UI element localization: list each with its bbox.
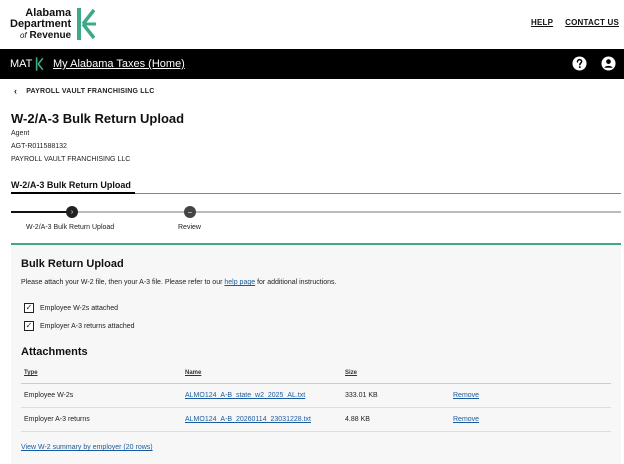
logo-line-3: of Revenue: [10, 30, 71, 41]
column-type-header[interactable]: Type: [24, 370, 38, 376]
company-text: PAYROLL VAULT FRANCHISING LLC: [11, 156, 131, 163]
mat-mark-icon: [36, 57, 44, 71]
table-row: Employer A-3 returns ALMO124_A-B_2026011…: [21, 408, 611, 432]
w2-attached-label: Employee W-2s attached: [40, 304, 119, 312]
row-file-link[interactable]: ALMO124_A-B_state_w2_2025_AL.txt: [185, 392, 305, 399]
page-title: W-2/A-3 Bulk Return Upload: [11, 111, 185, 126]
main-navbar: MAT My Alabama Taxes (Home): [0, 49, 624, 79]
row-type: Employer A-3 returns: [24, 416, 90, 423]
remove-a3-button[interactable]: Remove: [453, 416, 479, 423]
role-text: Agent: [11, 130, 30, 137]
attachments-title: Attachments: [21, 346, 88, 358]
tab-active-underline: [11, 192, 135, 194]
account-icon[interactable]: [601, 56, 616, 71]
logo-text: Alabama Department of Revenue: [10, 6, 72, 41]
row-file-link[interactable]: ALMO124_A-B_20260114_23031228.txt: [185, 416, 311, 423]
home-link[interactable]: My Alabama Taxes (Home): [53, 58, 185, 70]
a3-attached-label: Employer A-3 returns attached: [40, 322, 135, 330]
remove-w2-button[interactable]: Remove: [453, 392, 479, 399]
contact-us-link[interactable]: CONTACT US: [565, 18, 619, 27]
agent-id-text: AGT-R011588132: [11, 143, 67, 150]
column-size-header[interactable]: Size: [345, 370, 357, 376]
top-header: Alabama Department of Revenue HELP CONTA…: [0, 0, 624, 49]
a3-attached-checkbox[interactable]: ✓: [24, 321, 34, 331]
table-header: Type Name Size: [21, 364, 611, 384]
logo-line-3-prefix: of: [19, 30, 27, 40]
bulk-upload-card: Bulk Return Upload Please attach your W-…: [11, 243, 621, 464]
section-tab[interactable]: W-2/A-3 Bulk Return Upload: [11, 180, 131, 190]
mat-brand-label: MAT: [10, 58, 33, 70]
logo-line-2: Department: [10, 17, 72, 30]
a3-attached-checkbox-row[interactable]: ✓ Employer A-3 returns attached: [24, 321, 135, 331]
help-page-link[interactable]: help page: [224, 279, 255, 286]
w2-attached-checkbox-row[interactable]: ✓ Employee W-2s attached: [24, 303, 118, 313]
column-name-header[interactable]: Name: [185, 370, 201, 376]
step-2-dash-icon[interactable]: –: [184, 206, 196, 218]
logo-line-1: Alabama: [25, 6, 72, 19]
logo-mark-icon: [77, 8, 97, 40]
logo-line-3-text: Revenue: [29, 29, 72, 41]
desc-after: for additional instructions.: [255, 279, 337, 286]
card-description: Please attach your W-2 file, then your A…: [21, 279, 336, 286]
card-title: Bulk Return Upload: [21, 258, 124, 270]
row-size: 4.88 KB: [345, 416, 370, 423]
help-link[interactable]: HELP: [531, 18, 553, 27]
mat-brand[interactable]: MAT: [10, 57, 45, 71]
stepper-track: [11, 211, 621, 213]
w2-attached-checkbox[interactable]: ✓: [24, 303, 34, 313]
step-1-label: W-2/A-3 Bulk Return Upload: [26, 224, 115, 231]
chevron-left-icon: ‹: [14, 86, 18, 96]
row-type: Employee W-2s: [24, 392, 74, 399]
desc-before: Please attach your W-2 file, then your A…: [21, 279, 225, 286]
step-1-chevron-icon[interactable]: ›: [66, 206, 78, 218]
attachments-table: Type Name Size Employee W-2s ALMO124_A-B…: [21, 364, 611, 432]
back-to-account-link[interactable]: ‹ PAYROLL VAULT FRANCHISING LLC: [14, 86, 155, 96]
stepper-track-done: [11, 211, 71, 213]
table-row: Employee W-2s ALMO124_A-B_state_w2_2025_…: [21, 384, 611, 408]
w2-summary-link[interactable]: View W-2 summary by employer (20 rows): [21, 444, 153, 451]
help-icon[interactable]: [572, 56, 587, 71]
top-links: HELP CONTACT US: [531, 18, 619, 27]
row-size: 333.01 KB: [345, 392, 378, 399]
ador-logo[interactable]: Alabama Department of Revenue: [10, 5, 97, 43]
back-link-label: PAYROLL VAULT FRANCHISING LLC: [26, 87, 155, 95]
step-2-label: Review: [178, 224, 201, 231]
